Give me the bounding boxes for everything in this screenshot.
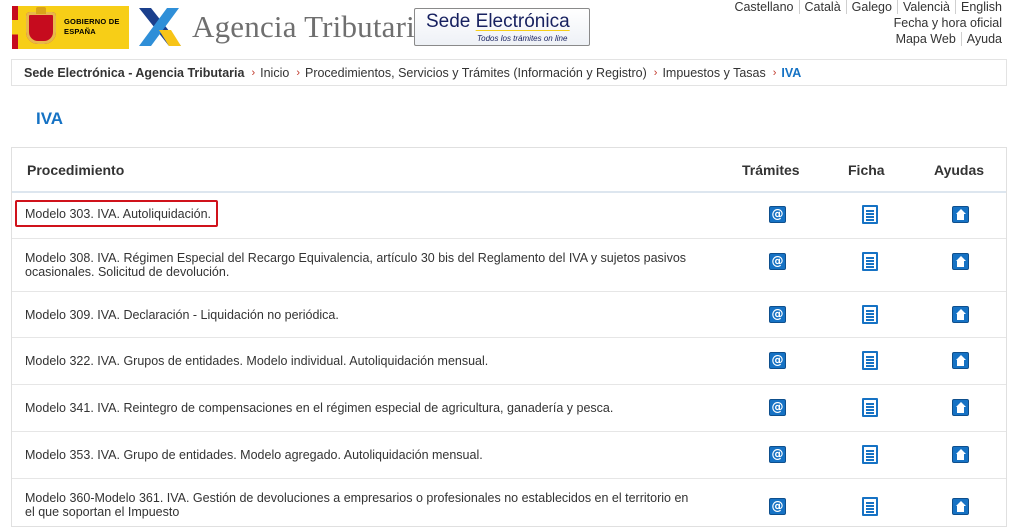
procedure-line-1: Modelo 309. IVA. Declaración - Liquidaci… <box>25 308 339 322</box>
header-tramites: Trámites <box>742 162 800 178</box>
procedure-link[interactable]: Modelo 341. IVA. Reintegro de compensaci… <box>25 401 705 415</box>
procedure-link[interactable]: Modelo 353. IVA. Grupo de entidades. Mod… <box>25 448 705 462</box>
at-sign-icon[interactable]: @ <box>769 498 786 515</box>
procedure-link[interactable]: Modelo 308. IVA. Régimen Especial del Re… <box>25 251 705 279</box>
sede-main-text: Sede Electrónica <box>426 11 570 33</box>
document-icon[interactable] <box>862 351 878 370</box>
header-ficha: Ficha <box>848 162 885 178</box>
home-icon[interactable] <box>952 498 969 515</box>
document-icon[interactable] <box>862 252 878 271</box>
table-row: Modelo 309. IVA. Declaración - Liquidaci… <box>12 292 1006 338</box>
breadcrumb-separator: › <box>653 66 658 79</box>
breadcrumb-impuestos[interactable]: Impuestos y Tasas <box>662 66 765 80</box>
breadcrumb-separator: › <box>251 66 256 79</box>
document-icon[interactable] <box>862 398 878 417</box>
utility-links: Mapa Web Ayuda <box>891 32 1002 46</box>
sede-word: Sede <box>426 11 476 32</box>
home-icon[interactable] <box>952 206 969 223</box>
document-icon[interactable] <box>862 497 878 516</box>
home-icon[interactable] <box>952 352 969 369</box>
site-header: GOBIERNO DE ESPAÑA Agencia Tributaria Se… <box>0 0 1011 56</box>
breadcrumb-procedimientos[interactable]: Procedimientos, Servicios y Trámites (In… <box>305 66 647 80</box>
procedure-line-1: Modelo 360-Modelo 361. IVA. Gestión de d… <box>25 491 689 505</box>
gobierno-espana-logo[interactable]: GOBIERNO DE ESPAÑA <box>12 6 129 49</box>
mapa-web-link[interactable]: Mapa Web <box>891 32 961 46</box>
home-icon[interactable] <box>952 306 969 323</box>
document-icon[interactable] <box>862 205 878 224</box>
lang-catala[interactable]: Català <box>798 0 846 14</box>
highlight-box <box>15 200 218 227</box>
coat-of-arms-icon <box>26 7 56 44</box>
table-row: Modelo 322. IVA. Grupos de entidades. Mo… <box>12 338 1006 385</box>
procedure-line-2: el que soportan el Impuesto <box>25 505 180 519</box>
table-row: Modelo 353. IVA. Grupo de entidades. Mod… <box>12 432 1006 479</box>
breadcrumb-root[interactable]: Sede Electrónica - Agencia Tributaria <box>24 66 244 80</box>
home-icon[interactable] <box>952 399 969 416</box>
at-sign-icon[interactable]: @ <box>769 253 786 270</box>
electronica-word: Electrónica <box>475 11 570 32</box>
language-selector: Castellano Català Galego Valencià Englis… <box>729 0 1002 14</box>
gov-logo-text: GOBIERNO DE ESPAÑA <box>64 17 120 36</box>
lang-galego[interactable]: Galego <box>845 0 897 14</box>
at-sign-icon[interactable]: @ <box>769 446 786 463</box>
procedure-link[interactable]: Modelo 309. IVA. Declaración - Liquidaci… <box>25 308 705 322</box>
procedure-line-1: Modelo 308. IVA. Régimen Especial del Re… <box>25 251 687 265</box>
procedure-line-1: Modelo 353. IVA. Grupo de entidades. Mod… <box>25 448 483 462</box>
home-icon[interactable] <box>952 446 969 463</box>
fecha-hora-link[interactable]: Fecha y hora oficial <box>894 16 1002 30</box>
breadcrumb-current: IVA <box>781 65 802 80</box>
procedure-line-1: Modelo 341. IVA. Reintegro de compensaci… <box>25 401 614 415</box>
document-icon[interactable] <box>862 305 878 324</box>
lang-english[interactable]: English <box>955 0 1002 14</box>
breadcrumb-separator: › <box>296 66 300 79</box>
procedure-link[interactable]: Modelo 360-Modelo 361. IVA. Gestión de d… <box>25 491 705 519</box>
document-icon[interactable] <box>862 445 878 464</box>
sede-subtitle: Todos los trámites on line <box>477 34 568 43</box>
breadcrumb-separator: › <box>772 66 777 79</box>
breadcrumb-inicio[interactable]: Inicio <box>260 66 289 80</box>
table-row: Modelo 360-Modelo 361. IVA. Gestión de d… <box>12 479 1006 526</box>
header-ayudas: Ayudas <box>934 162 985 178</box>
procedure-link[interactable]: Modelo 322. IVA. Grupos de entidades. Mo… <box>25 354 705 368</box>
procedure-line-1: Modelo 322. IVA. Grupos de entidades. Mo… <box>25 354 489 368</box>
procedure-line-2: ocasionales. Solicitud de devolución. <box>25 265 230 279</box>
agency-title[interactable]: Agencia Tributaria <box>192 9 429 45</box>
table-row: Modelo 308. IVA. Régimen Especial del Re… <box>12 239 1006 292</box>
at-sign-icon[interactable]: @ <box>769 206 786 223</box>
at-sign-icon[interactable]: @ <box>769 352 786 369</box>
ayuda-link[interactable]: Ayuda <box>960 32 1002 46</box>
breadcrumb: Sede Electrónica - Agencia Tributaria › … <box>11 59 1007 86</box>
table-row: Modelo 341. IVA. Reintegro de compensaci… <box>12 385 1006 432</box>
header-procedimiento: Procedimiento <box>27 162 125 178</box>
lang-castellano[interactable]: Castellano <box>729 0 798 14</box>
at-sign-icon[interactable]: @ <box>769 306 786 323</box>
table-row: Modelo 303. IVA. Autoliquidación. @ <box>12 193 1006 239</box>
at-sign-icon[interactable]: @ <box>769 399 786 416</box>
table-header: Procedimiento Trámites Ficha Ayudas <box>12 148 1006 193</box>
spain-flag-icon <box>12 6 18 49</box>
procedures-table: Procedimiento Trámites Ficha Ayudas Mode… <box>11 147 1007 527</box>
page-title: IVA <box>36 109 64 128</box>
lang-valencia[interactable]: Valencià <box>896 0 955 14</box>
home-icon[interactable] <box>952 253 969 270</box>
sede-electronica-logo[interactable]: Sede Electrónica Todos los trámites on l… <box>414 8 590 46</box>
agencia-tributaria-logo-icon[interactable] <box>137 6 187 50</box>
